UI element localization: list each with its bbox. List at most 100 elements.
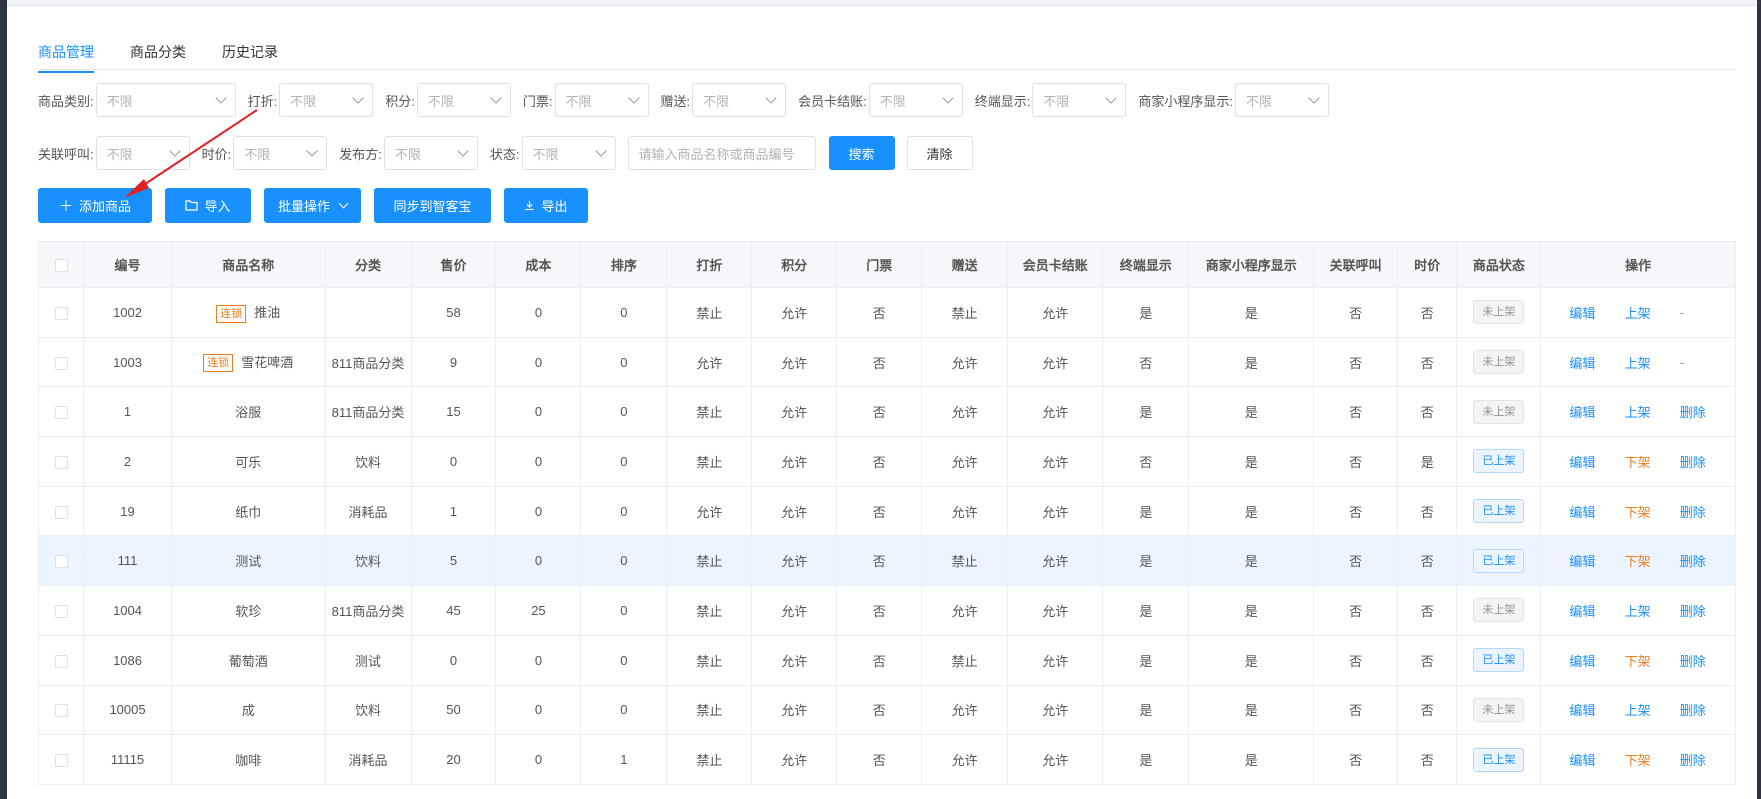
cell-call: 否 <box>1313 684 1399 736</box>
row-checkbox[interactable] <box>54 605 68 618</box>
sync-button[interactable]: 同步到智客宝 <box>374 188 491 223</box>
put-on-shelf-button[interactable]: 上架 <box>1625 601 1680 620</box>
export-button[interactable]: 导出 <box>504 188 588 223</box>
col-timeprice-header[interactable]: 时价 <box>1397 241 1458 288</box>
linked-call-select[interactable]: 不限 <box>95 136 190 170</box>
filter-label: 关联呼叫: <box>38 146 94 162</box>
col-sort-header[interactable]: 排序 <box>580 241 668 288</box>
time-price-select[interactable]: 不限 <box>233 136 328 170</box>
select-all-checkbox[interactable] <box>54 259 68 273</box>
row-checkbox[interactable] <box>54 356 68 370</box>
take-off-shelf-button[interactable]: 下架 <box>1625 651 1680 670</box>
delete-button[interactable]: 删除 <box>1680 502 1735 521</box>
ticket-select[interactable]: 不限 <box>554 83 649 117</box>
publisher-select[interactable]: 不限 <box>383 136 478 170</box>
chevron-down-icon <box>168 145 181 157</box>
col-name-header[interactable]: 商品名称 <box>171 241 326 288</box>
cell-id: 11115 <box>83 734 173 785</box>
col-cost-header[interactable]: 成本 <box>495 241 582 288</box>
import-button[interactable]: 导入 <box>165 188 251 223</box>
tab-product-management[interactable]: 商品管理 <box>38 38 94 73</box>
take-off-shelf-button[interactable]: 下架 <box>1625 551 1680 570</box>
filter-points: 积分: 不限 <box>385 83 511 117</box>
delete-button[interactable]: 删除 <box>1680 402 1735 421</box>
edit-button[interactable]: 编辑 <box>1569 700 1624 719</box>
filter-label: 商家小程序显示: <box>1138 93 1233 109</box>
cell-category: 811商品分类 <box>324 585 412 636</box>
cell-discount: 禁止 <box>666 436 753 487</box>
cell-status: 未上架 <box>1456 336 1542 388</box>
row-checkbox[interactable] <box>54 555 68 569</box>
col-id-header[interactable]: 编号 <box>83 241 173 288</box>
row-checkbox[interactable] <box>54 654 68 668</box>
put-on-shelf-button[interactable]: 上架 <box>1625 700 1680 719</box>
status-badge: 已上架 <box>1473 499 1525 524</box>
row-checkbox[interactable] <box>54 754 68 768</box>
cell-timeprice: 否 <box>1397 485 1458 537</box>
filter-row-2: 关联呼叫: 不限 时价: 不限 发布方: 不限 状态: 不限 请输入商品名称或商… <box>38 136 973 170</box>
batch-operation-dropdown[interactable]: 批量操作 <box>264 188 361 223</box>
edit-button[interactable]: 编辑 <box>1569 651 1624 670</box>
col-member-card-header[interactable]: 会员卡结账 <box>1007 241 1104 288</box>
col-ticket-header[interactable]: 门票 <box>836 241 923 288</box>
row-checkbox[interactable] <box>54 406 68 420</box>
gift-select[interactable]: 不限 <box>692 83 787 117</box>
put-on-shelf-button[interactable]: 上架 <box>1625 402 1680 421</box>
cell-status: 已上架 <box>1456 485 1542 537</box>
delete-button[interactable]: 删除 <box>1680 651 1735 670</box>
delete-button[interactable]: 删除 <box>1680 452 1735 471</box>
filter-time-price: 时价: 不限 <box>202 136 328 170</box>
edit-button[interactable]: 编辑 <box>1569 601 1624 620</box>
delete-button[interactable]: 删除 <box>1680 750 1735 769</box>
cell-category: 饮料 <box>324 535 412 587</box>
col-category-header[interactable]: 分类 <box>324 241 412 288</box>
product-name: 软珍 <box>235 603 262 619</box>
search-input[interactable]: 请输入商品名称或商品编号 <box>627 136 816 170</box>
product-category-select[interactable]: 不限 <box>95 83 236 117</box>
delete-button[interactable]: 删除 <box>1680 700 1735 719</box>
edit-button[interactable]: 编辑 <box>1569 502 1624 521</box>
terminal-display-select[interactable]: 不限 <box>1032 83 1127 117</box>
member-card-select[interactable]: 不限 <box>868 83 963 117</box>
row-checkbox[interactable] <box>54 455 68 469</box>
tab-history[interactable]: 历史记录 <box>222 38 278 69</box>
edit-button[interactable]: 编辑 <box>1569 750 1624 769</box>
cell-member-card: 允许 <box>1007 585 1104 636</box>
filter-member-card: 会员卡结账: 不限 <box>798 83 963 117</box>
discount-select[interactable]: 不限 <box>279 83 374 117</box>
points-select[interactable]: 不限 <box>416 83 511 117</box>
col-call-header[interactable]: 关联呼叫 <box>1313 241 1399 288</box>
col-status-header[interactable]: 商品状态 <box>1456 241 1542 288</box>
col-gift-header[interactable]: 赠送 <box>921 241 1009 288</box>
edit-button[interactable]: 编辑 <box>1569 353 1624 372</box>
col-terminal-header[interactable]: 终端显示 <box>1102 241 1190 288</box>
edit-button[interactable]: 编辑 <box>1569 303 1624 322</box>
edit-button[interactable]: 编辑 <box>1569 402 1624 421</box>
put-on-shelf-button[interactable]: 上架 <box>1625 353 1680 372</box>
row-checkbox[interactable] <box>54 704 68 718</box>
status-select[interactable]: 不限 <box>521 136 616 170</box>
delete-button[interactable]: 删除 <box>1680 601 1735 620</box>
search-button[interactable]: 搜索 <box>828 136 895 170</box>
row-checkbox[interactable] <box>54 306 68 320</box>
edit-button[interactable]: 编辑 <box>1569 452 1624 471</box>
put-on-shelf-button[interactable]: 上架 <box>1625 303 1680 322</box>
take-off-shelf-button[interactable]: 下架 <box>1625 452 1680 471</box>
miniapp-display-select[interactable]: 不限 <box>1235 83 1329 117</box>
tab-product-category[interactable]: 商品分类 <box>130 38 186 69</box>
row-checkbox[interactable] <box>54 505 68 519</box>
take-off-shelf-button[interactable]: 下架 <box>1625 750 1680 769</box>
take-off-shelf-button[interactable]: 下架 <box>1625 502 1680 521</box>
col-discount-header[interactable]: 打折 <box>666 241 753 288</box>
col-points-header[interactable]: 积分 <box>751 241 838 288</box>
status-badge: 未上架 <box>1473 399 1525 424</box>
row-select-cell <box>37 386 85 438</box>
sync-label: 同步到智客宝 <box>393 199 472 214</box>
col-price-header[interactable]: 售价 <box>410 241 497 288</box>
add-product-button[interactable]: ＋ 添加商品 <box>38 188 152 223</box>
cell-sort: 0 <box>580 535 668 587</box>
clear-button[interactable]: 清除 <box>906 136 973 170</box>
delete-button[interactable]: 删除 <box>1680 551 1735 570</box>
col-miniapp-header[interactable]: 商家小程序显示 <box>1188 241 1315 288</box>
edit-button[interactable]: 编辑 <box>1569 551 1624 570</box>
